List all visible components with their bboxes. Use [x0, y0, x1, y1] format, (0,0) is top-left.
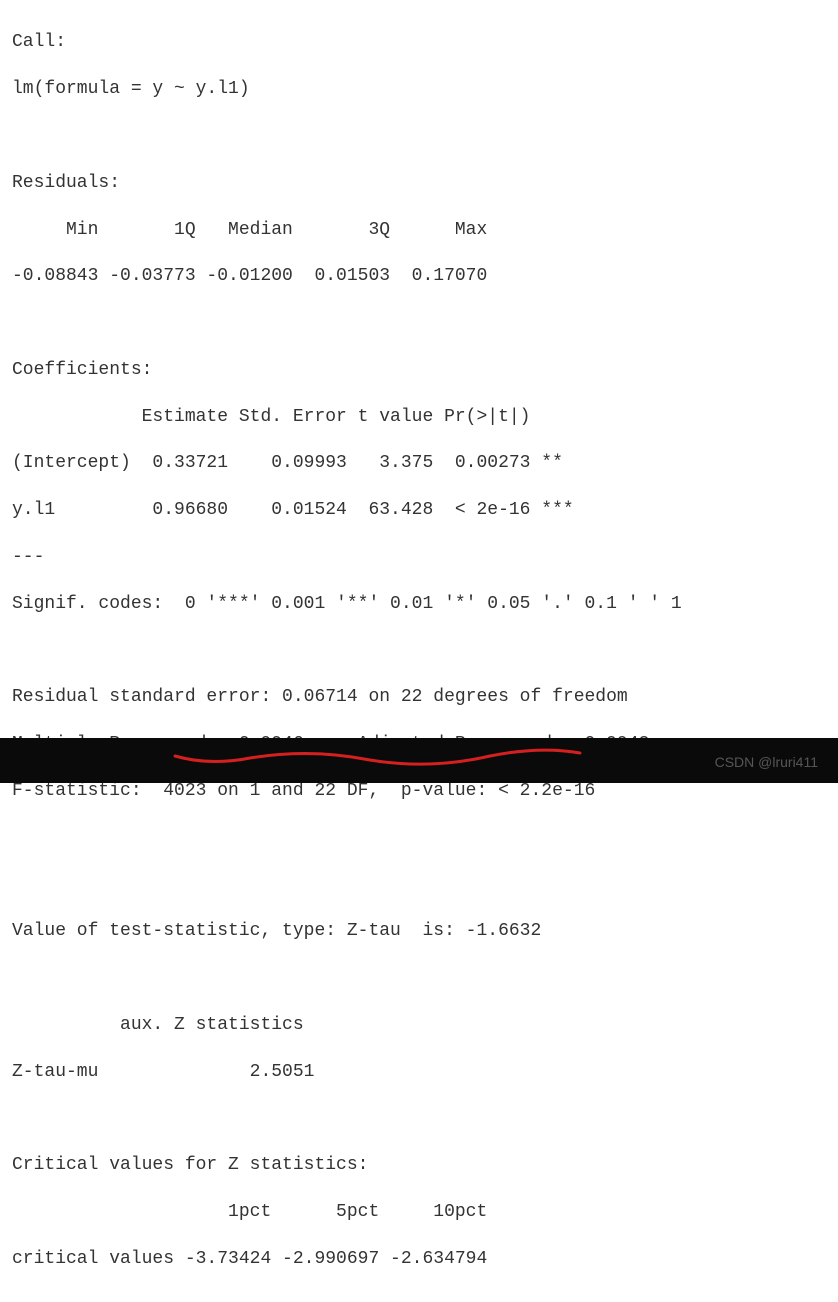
- blank-line: [12, 967, 826, 990]
- critical-values-headers: 1pct 5pct 10pct: [12, 1201, 826, 1224]
- f-statistic: F-statistic: 4023 on 1 and 22 DF, p-valu…: [12, 780, 826, 803]
- blank-line: [12, 312, 826, 335]
- residuals-label: Residuals:: [12, 172, 826, 195]
- call-label: Call:: [12, 31, 826, 54]
- coefficients-separator: ---: [12, 546, 826, 569]
- blank-line: [12, 640, 826, 663]
- output-container: Call: lm(formula = y ~ y.l1) Residuals: …: [0, 0, 838, 738]
- test-statistic: Value of test-statistic, type: Z-tau is:…: [12, 920, 826, 943]
- aux-z-value: Z-tau-mu 2.5051: [12, 1061, 826, 1084]
- critical-values-label: Critical values for Z statistics:: [12, 1154, 826, 1177]
- residual-std-error: Residual standard error: 0.06714 on 22 d…: [12, 686, 826, 709]
- coefficients-headers: Estimate Std. Error t value Pr(>|t|): [12, 406, 826, 429]
- aux-z-header: aux. Z statistics: [12, 1014, 826, 1037]
- coefficients-yl1-row: y.l1 0.96680 0.01524 63.428 < 2e-16 ***: [12, 499, 826, 522]
- r-output-block: Call: lm(formula = y ~ y.l1) Residuals: …: [0, 0, 838, 1302]
- residuals-values: -0.08843 -0.03773 -0.01200 0.01503 0.170…: [12, 265, 826, 288]
- bottom-bar: [0, 738, 838, 783]
- coefficients-intercept-row: (Intercept) 0.33721 0.09993 3.375 0.0027…: [12, 452, 826, 475]
- blank-line: [12, 1107, 826, 1130]
- critical-values-row: critical values -3.73424 -2.990697 -2.63…: [12, 1248, 826, 1271]
- call-formula: lm(formula = y ~ y.l1): [12, 78, 826, 101]
- residuals-headers: Min 1Q Median 3Q Max: [12, 219, 826, 242]
- coefficients-label: Coefficients:: [12, 359, 826, 382]
- blank-line: [12, 873, 826, 896]
- blank-line: [12, 827, 826, 850]
- signif-codes: Signif. codes: 0 '***' 0.001 '**' 0.01 '…: [12, 593, 826, 616]
- blank-line: [12, 125, 826, 148]
- watermark-text: CSDN @lruri411: [715, 753, 818, 771]
